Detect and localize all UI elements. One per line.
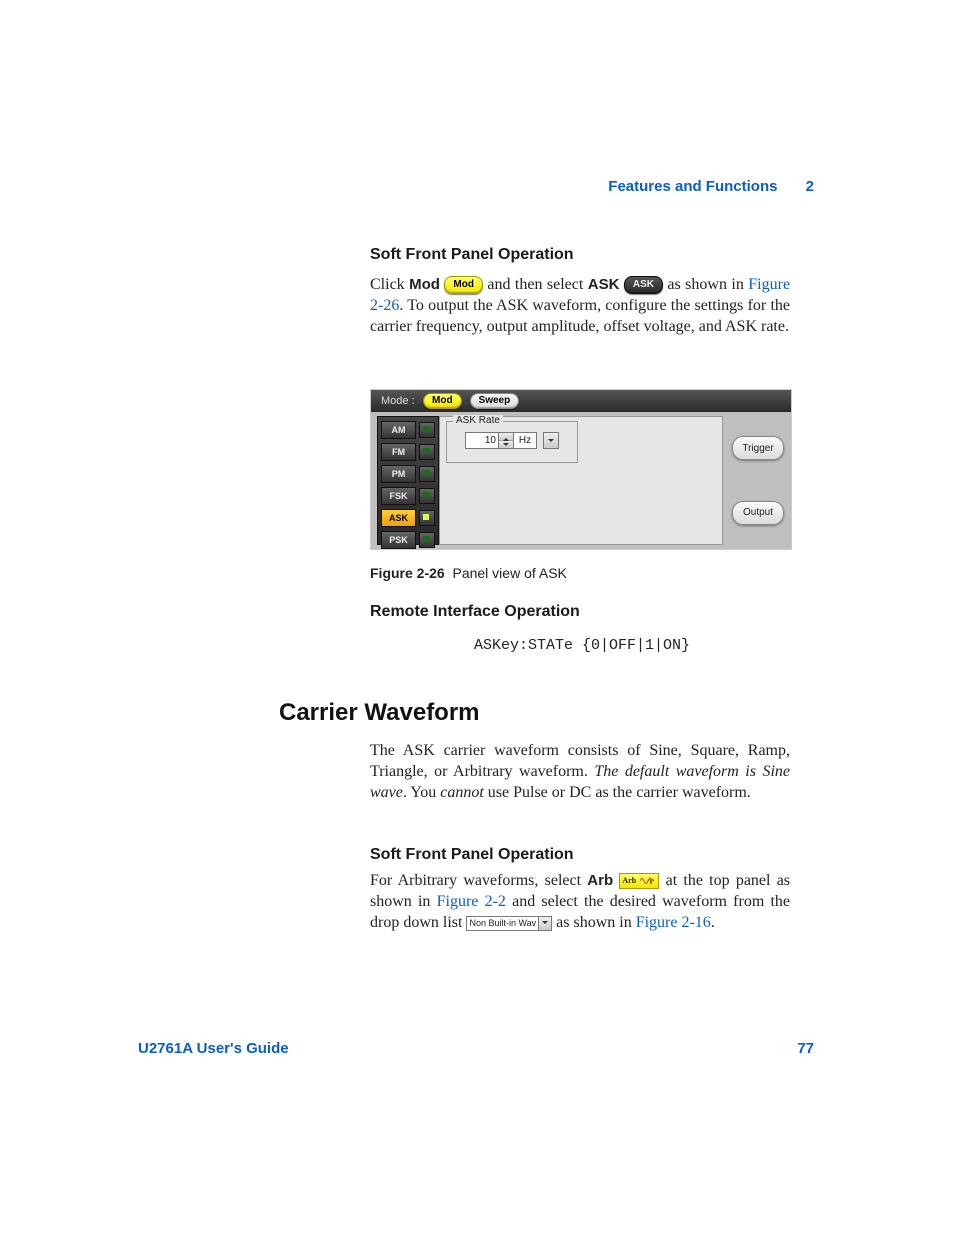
code-askey-state: ASKey:STATe {0|OFF|1|ON} bbox=[474, 637, 690, 654]
side-psk[interactable]: PSK bbox=[381, 531, 416, 549]
text: . You bbox=[403, 784, 440, 801]
text: as shown in bbox=[552, 914, 636, 931]
text-mod-bold: Mod bbox=[409, 276, 440, 293]
output-button[interactable]: Output bbox=[732, 501, 784, 525]
header-section: Features and Functions bbox=[608, 178, 777, 195]
text: For Arbitrary waveforms, select bbox=[370, 872, 587, 889]
heading-sfpo-2: Soft Front Panel Operation bbox=[370, 846, 574, 864]
figure-caption: Figure 2-26 Panel view of ASK bbox=[370, 565, 790, 581]
paragraph-arb: For Arbitrary waveforms, select Arb Arb … bbox=[370, 870, 790, 933]
text-cannot: cannot bbox=[440, 784, 484, 801]
panel-rightbar: Trigger Output bbox=[729, 416, 787, 545]
link-figure-2-2[interactable]: Figure 2-2 bbox=[437, 893, 506, 910]
text: and then select bbox=[487, 276, 583, 293]
page-header: Features and Functions 2 bbox=[608, 178, 814, 195]
mode-label: Mode : bbox=[381, 395, 415, 407]
side-am[interactable]: AM bbox=[381, 421, 416, 439]
trigger-button[interactable]: Trigger bbox=[732, 436, 784, 460]
indicator-icon[interactable] bbox=[419, 510, 435, 526]
waveform-dropdown[interactable]: Non Built-in Wav bbox=[466, 916, 539, 931]
modulation-sidebar: AM FM PM FSK ASK PSK bbox=[377, 416, 439, 545]
text: . bbox=[711, 914, 715, 931]
group-title: ASK Rate bbox=[453, 415, 503, 426]
spin-up-icon[interactable] bbox=[499, 433, 513, 441]
panel-main: ASK Rate 10 Hz bbox=[439, 416, 723, 545]
unit-dropdown[interactable] bbox=[543, 432, 559, 449]
side-fm[interactable]: FM bbox=[381, 443, 416, 461]
indicator-icon[interactable] bbox=[419, 466, 435, 482]
ask-button-icon: ASK bbox=[624, 276, 663, 294]
side-fsk[interactable]: FSK bbox=[381, 487, 416, 505]
paragraph-carrier: The ASK carrier waveform consists of Sin… bbox=[370, 740, 790, 803]
spinner-buttons[interactable] bbox=[499, 432, 514, 449]
figure-number: Figure 2-26 bbox=[370, 565, 445, 581]
text-ask-bold: ASK bbox=[588, 276, 620, 293]
panel-view-ask: Mode : Mod Sweep AM FM PM FSK ASK PSK AS… bbox=[370, 389, 792, 550]
indicator-icon[interactable] bbox=[419, 488, 435, 504]
heading-carrier-waveform: Carrier Waveform bbox=[279, 699, 480, 727]
heading-remote-interface: Remote Interface Operation bbox=[370, 603, 580, 621]
indicator-icon[interactable] bbox=[419, 532, 435, 548]
chevron-down-icon[interactable] bbox=[539, 916, 552, 931]
page-footer: U2761A User's Guide 77 bbox=[138, 1040, 814, 1057]
figure-text: Panel view of ASK bbox=[452, 565, 566, 581]
arb-icon-label: Arb bbox=[622, 876, 636, 885]
text-arb-bold: Arb bbox=[587, 872, 613, 889]
side-ask[interactable]: ASK bbox=[381, 509, 416, 527]
indicator-icon[interactable] bbox=[419, 444, 435, 460]
tab-sweep[interactable]: Sweep bbox=[470, 393, 520, 409]
arb-button-icon: Arb bbox=[619, 873, 659, 889]
mod-button-icon: Mod bbox=[444, 276, 483, 294]
text: . To output the ASK waveform, configure … bbox=[370, 297, 790, 335]
panel-topbar: Mode : Mod Sweep bbox=[371, 390, 791, 412]
footer-page: 77 bbox=[797, 1040, 814, 1057]
text: Click bbox=[370, 276, 405, 293]
ask-rate-group: ASK Rate 10 Hz bbox=[446, 421, 578, 463]
text: use Pulse or DC as the carrier waveform. bbox=[484, 784, 751, 801]
paragraph-click-mod: Click Mod Mod and then select ASK ASK as… bbox=[370, 274, 790, 337]
side-pm[interactable]: PM bbox=[381, 465, 416, 483]
spin-down-icon[interactable] bbox=[499, 441, 513, 448]
indicator-icon[interactable] bbox=[419, 422, 435, 438]
unit-box: Hz bbox=[514, 432, 537, 449]
text: as shown in bbox=[667, 276, 743, 293]
link-figure-2-16[interactable]: Figure 2-16 bbox=[636, 914, 711, 931]
tab-mod[interactable]: Mod bbox=[423, 393, 462, 409]
ask-rate-input[interactable]: 10 bbox=[465, 432, 499, 449]
header-chapter: 2 bbox=[806, 178, 814, 195]
heading-sfpo: Soft Front Panel Operation bbox=[370, 246, 790, 264]
section-soft-front-panel: Soft Front Panel Operation Click Mod Mod… bbox=[370, 246, 790, 337]
footer-guide: U2761A User's Guide bbox=[138, 1040, 289, 1057]
